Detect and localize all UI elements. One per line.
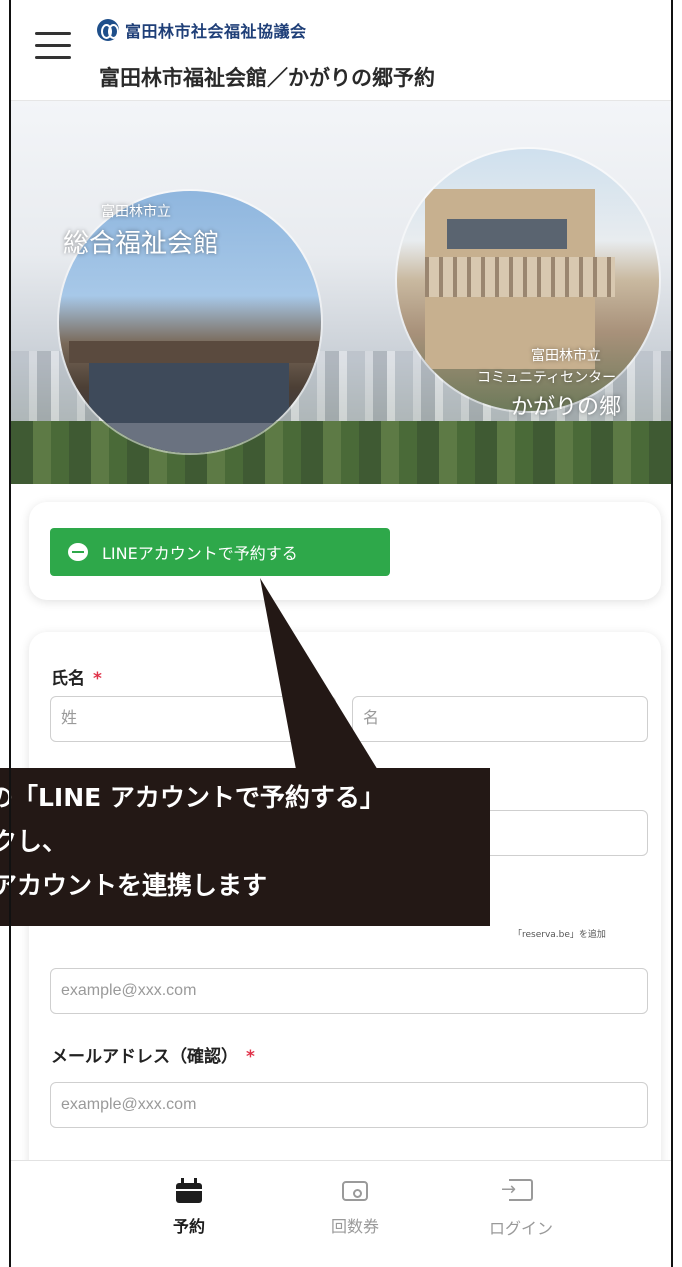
menu-bar	[35, 44, 71, 47]
hero-right-line2: コミュニティセンター	[477, 370, 617, 386]
photo-roof	[69, 341, 319, 363]
last-name-input[interactable]	[50, 696, 336, 742]
callout-line-1: の「LINE アカウントで予約する」	[0, 783, 385, 812]
name-label: 氏名 *	[51, 664, 102, 689]
menu-bar	[35, 56, 71, 59]
email-confirm-label: メールアドレス（確認） *	[51, 1042, 255, 1067]
photo-window	[447, 219, 567, 249]
menu-bar	[35, 32, 71, 35]
required-mark: *	[93, 669, 102, 689]
bottom-nav: 予約 回数券 ログイン	[11, 1160, 671, 1267]
callout-line-2: クし、	[0, 827, 68, 856]
nav-label-login: ログイン	[488, 1221, 553, 1238]
photo-ground	[59, 423, 321, 453]
nav-label-reserve: 予約	[172, 1219, 205, 1236]
email-confirm-label-text: メールアドレス（確認）	[51, 1047, 238, 1067]
instruction-callout: の「LINE アカウントで予約する」 クし、 アカウントを連携します	[0, 768, 490, 926]
org-branding[interactable]: 富田林市社会福祉協議会	[97, 18, 307, 42]
org-logo-icon	[97, 19, 119, 41]
hero-left-small-label: 富田林市立	[101, 204, 171, 220]
email-confirm-input[interactable]	[50, 1082, 648, 1128]
nav-item-ticket[interactable]: 回数券	[295, 1179, 415, 1237]
line-login-card: LINEアカウントで予約する	[29, 502, 661, 600]
login-icon	[501, 1179, 533, 1201]
hero-right-line1: 富田林市立	[531, 348, 601, 364]
reservation-form-card: 氏名 * 「reserva.be」を追加 メールアドレス（確認） *	[29, 632, 661, 1232]
frame-border-right	[671, 0, 673, 1267]
app-frame: 富田林市社会福祉協議会 富田林市福祉会館／かがりの郷予約 富田林市立 総合福祉会…	[0, 0, 682, 1267]
ticket-icon	[342, 1181, 368, 1201]
email-input[interactable]	[50, 968, 648, 1014]
hero-right-line3: かがりの郷	[511, 395, 622, 420]
line-reserve-button[interactable]: LINEアカウントで予約する	[50, 528, 390, 576]
calendar-icon	[176, 1178, 202, 1203]
app-header: 富田林市社会福祉協議会 富田林市福祉会館／かがりの郷予約	[11, 0, 671, 101]
frame-border-left	[9, 0, 11, 1267]
required-mark: *	[246, 1047, 255, 1067]
name-label-text: 氏名	[51, 669, 85, 689]
nav-label-ticket: 回数券	[330, 1219, 379, 1236]
callout-line-3: アカウントを連携します	[0, 871, 268, 900]
page-title: 富田林市福祉会館／かがりの郷予約	[99, 66, 435, 90]
hero-image: 富田林市立 総合福祉会館 富田林市立 コミュニティセンター かがりの郷	[11, 101, 671, 484]
photo-balcony	[425, 257, 615, 297]
nav-item-login[interactable]: ログイン	[461, 1179, 581, 1239]
nav-item-reserve[interactable]: 予約	[129, 1178, 249, 1237]
hero-left-big-label: 総合福祉会館	[63, 229, 220, 259]
line-icon	[68, 543, 88, 561]
first-name-input[interactable]	[352, 696, 648, 742]
menu-icon[interactable]	[35, 32, 71, 60]
email-hint: 「reserva.be」を追加	[513, 930, 606, 940]
org-name: 富田林市社会福祉協議会	[125, 22, 307, 41]
line-reserve-button-label: LINEアカウントで予約する	[102, 544, 298, 563]
